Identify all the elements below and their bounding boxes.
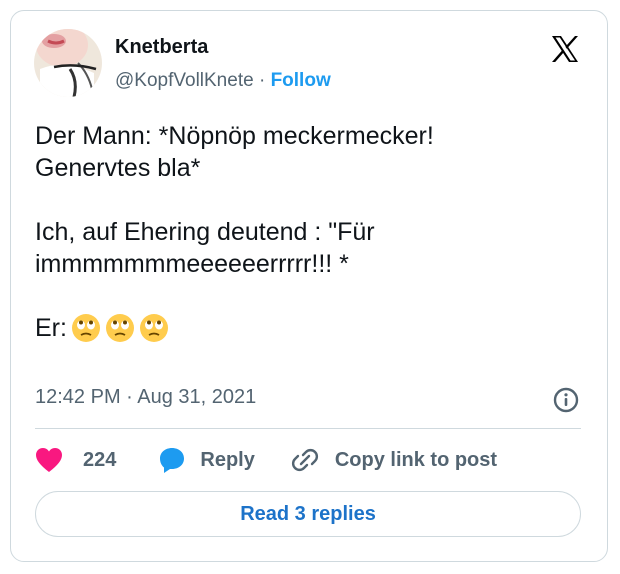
- x-logo-icon[interactable]: [549, 33, 581, 65]
- tweet-text: Der Mann: *Nöpnöp meckermecker! Genervte…: [35, 120, 580, 344]
- face-with-rolling-eyes-icon: [105, 314, 134, 342]
- face-with-rolling-eyes-icon: [71, 314, 100, 342]
- handle-row: @KopfVollKnete · Follow: [115, 70, 331, 92]
- copy-link-button[interactable]: Copy link to post: [291, 446, 497, 474]
- avatar[interactable]: [34, 29, 102, 97]
- info-icon[interactable]: [552, 386, 580, 414]
- read-replies-label: Read 3 replies: [240, 502, 376, 525]
- face-with-rolling-eyes-icon: [139, 314, 168, 342]
- tweet-line-emoji: Er:: [35, 312, 580, 344]
- link-icon: [291, 448, 318, 472]
- divider: [35, 428, 581, 429]
- like-count: 224: [83, 448, 117, 471]
- author-name[interactable]: Knetberta: [115, 36, 208, 59]
- tweet-line: Ich, auf Ehering deutend : "Für: [35, 218, 375, 246]
- tweet-line: Genervtes bla*: [35, 154, 201, 182]
- tweet-line: Der Mann: *Nöpnöp meckermecker!: [35, 122, 434, 150]
- action-bar: 224 Reply Copy link to post: [35, 444, 497, 476]
- separator-dot: ·: [258, 70, 266, 91]
- follow-button[interactable]: Follow: [271, 70, 331, 91]
- heart-icon: [36, 448, 62, 472]
- reply-button[interactable]: Reply: [158, 446, 255, 474]
- copy-link-label: Copy link to post: [334, 448, 498, 471]
- timestamp[interactable]: 12:42 PM · Aug 31, 2021: [35, 386, 256, 409]
- reply-bubble-icon: [160, 448, 185, 473]
- tweet-line: immmmmmmeeeeeerrrrr!!! *: [35, 250, 349, 278]
- author-handle[interactable]: @KopfVollKnete: [115, 70, 254, 91]
- like-button[interactable]: 224: [35, 447, 116, 473]
- read-replies-button[interactable]: Read 3 replies: [35, 491, 581, 537]
- tweet-line-prefix: Er:: [35, 314, 67, 342]
- reply-label: Reply: [200, 448, 255, 471]
